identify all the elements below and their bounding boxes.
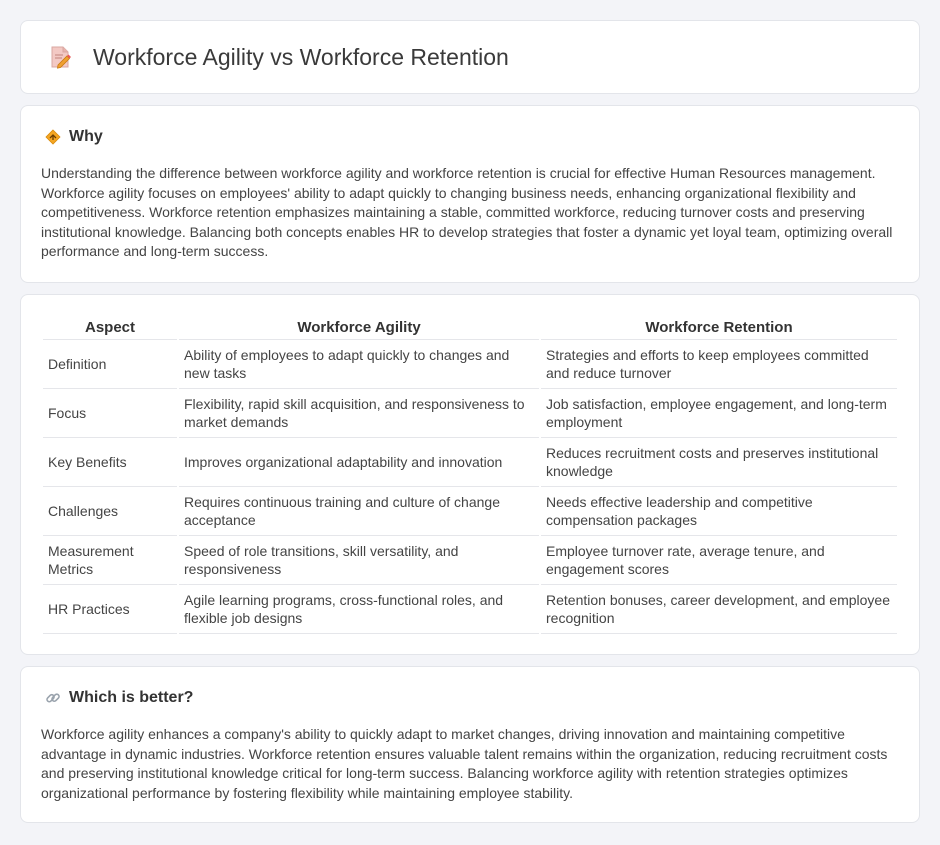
cell-agility: Agile learning programs, cross-functiona… (179, 585, 539, 634)
table-header-row: Aspect Workforce Agility Workforce Reten… (43, 315, 897, 340)
cell-retention: Needs effective leadership and competiti… (541, 487, 897, 536)
table-row: HR Practices Agile learning programs, cr… (43, 585, 897, 634)
document-pencil-icon (47, 44, 73, 70)
cell-retention: Strategies and efforts to keep employees… (541, 340, 897, 389)
cell-aspect: Challenges (43, 487, 177, 536)
header-agility: Workforce Agility (179, 315, 539, 340)
cell-aspect: Key Benefits (43, 438, 177, 487)
which-is-better-section: Which is better? Workforce agility enhan… (20, 666, 920, 823)
which-is-better-text: Workforce agility enhances a company's a… (41, 726, 888, 801)
header-aspect: Aspect (43, 315, 177, 340)
diamond-sign-icon (45, 129, 61, 145)
which-is-better-title: Which is better? (69, 689, 194, 706)
cell-agility: Flexibility, rapid skill acquisition, an… (179, 389, 539, 438)
why-title: Why (69, 128, 103, 145)
cell-agility: Improves organizational adaptability and… (179, 438, 539, 487)
header-card: Workforce Agility vs Workforce Retention (20, 20, 920, 94)
table-row: Key Benefits Improves organizational ada… (43, 438, 897, 487)
cell-agility: Ability of employees to adapt quickly to… (179, 340, 539, 389)
comparison-table: Aspect Workforce Agility Workforce Reten… (41, 315, 899, 634)
cell-aspect: HR Practices (43, 585, 177, 634)
cell-aspect: Focus (43, 389, 177, 438)
cell-retention: Retention bonuses, career development, a… (541, 585, 897, 634)
cell-agility: Requires continuous training and culture… (179, 487, 539, 536)
table-row: Focus Flexibility, rapid skill acquisiti… (43, 389, 897, 438)
cell-agility: Speed of role transitions, skill versati… (179, 536, 539, 585)
cell-retention: Employee turnover rate, average tenure, … (541, 536, 897, 585)
page-title: Workforce Agility vs Workforce Retention (93, 43, 509, 70)
cell-aspect: Measurement Metrics (43, 536, 177, 585)
link-icon (45, 690, 61, 706)
cell-aspect: Definition (43, 340, 177, 389)
cell-retention: Job satisfaction, employee engagement, a… (541, 389, 897, 438)
header-retention: Workforce Retention (541, 315, 897, 340)
cell-retention: Reduces recruitment costs and preserves … (541, 438, 897, 487)
table-row: Challenges Requires continuous training … (43, 487, 897, 536)
why-text: Understanding the difference between wor… (41, 165, 893, 260)
table-row: Measurement Metrics Speed of role transi… (43, 536, 897, 585)
comparison-table-card: Aspect Workforce Agility Workforce Reten… (20, 294, 920, 655)
table-row: Definition Ability of employees to adapt… (43, 340, 897, 389)
why-section: Why Understanding the difference between… (20, 105, 920, 283)
